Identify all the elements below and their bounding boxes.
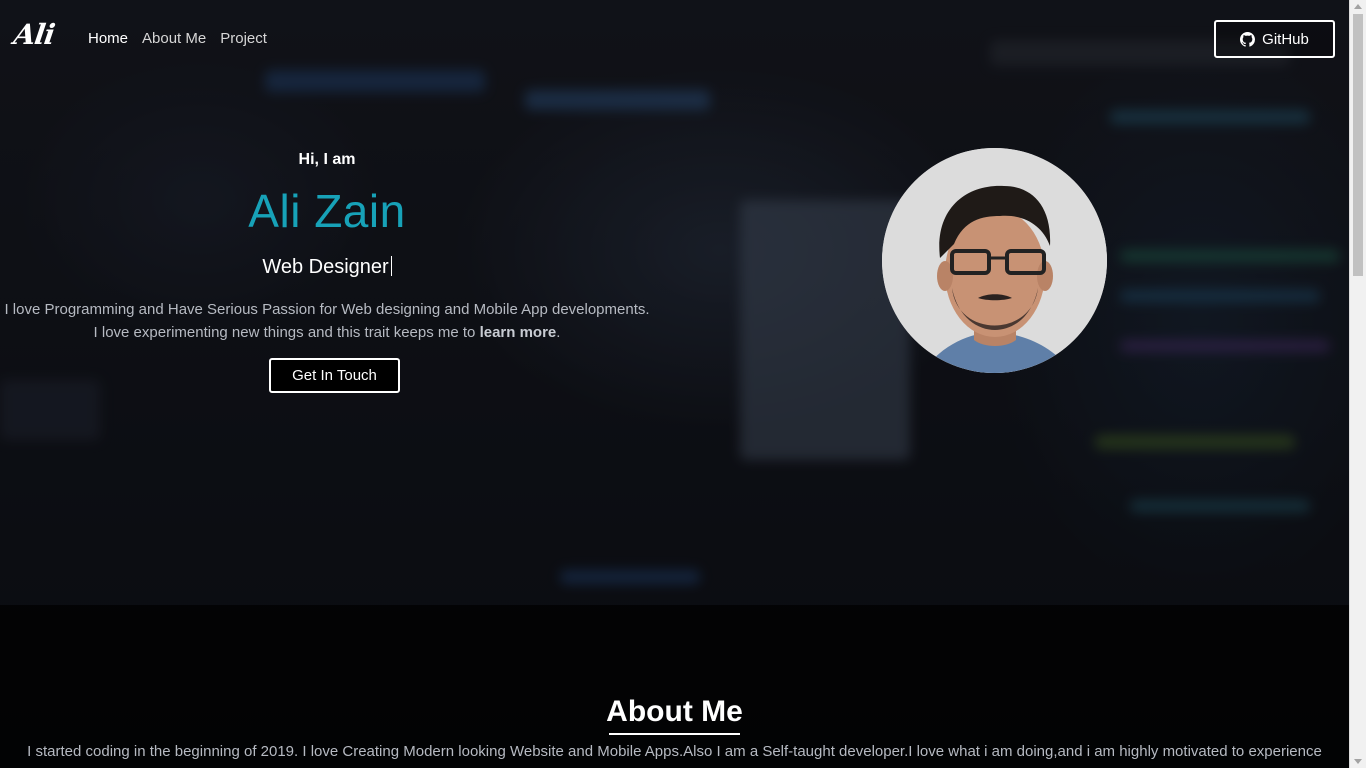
hero-description-line-1: I love Programming and Have Serious Pass…	[4, 301, 650, 318]
about-title: About Me	[606, 695, 743, 728]
github-button-label: GitHub	[1262, 30, 1309, 48]
nav-link-project[interactable]: Project	[220, 30, 267, 47]
hero-role-text: Web Designer	[262, 256, 389, 278]
about-text: I started coding in the beginning of 201…	[27, 743, 1322, 760]
typing-caret	[390, 256, 392, 276]
site-logo[interactable]: Ali	[12, 18, 57, 51]
scroll-up-arrow-icon[interactable]	[1354, 4, 1362, 9]
scrollbar-thumb[interactable]	[1353, 14, 1363, 276]
hero-description: I love Programming and Have Serious Pass…	[0, 298, 654, 344]
about-title-underline	[609, 733, 740, 735]
nav-links: Home About Me Project	[88, 30, 267, 47]
github-icon	[1240, 31, 1256, 47]
scroll-down-arrow-icon[interactable]	[1354, 759, 1362, 764]
nav-link-about-me[interactable]: About Me	[142, 30, 206, 47]
hero-description-suffix: .	[556, 324, 561, 341]
github-button[interactable]: GitHub	[1214, 20, 1335, 58]
page-scrollbar[interactable]	[1349, 0, 1366, 768]
navbar: Ali Home About Me Project GitHub	[0, 0, 1349, 78]
hero-name: Ali Zain	[248, 185, 406, 237]
profile-photo-illustration	[882, 148, 1107, 373]
about-section: About Me I started coding in the beginni…	[0, 605, 1349, 768]
get-in-touch-button[interactable]: Get In Touch	[269, 358, 400, 393]
nav-link-home[interactable]: Home	[88, 30, 128, 47]
profile-avatar	[882, 148, 1107, 373]
hero-description-line-2: I love experimenting new things and this…	[0, 321, 654, 344]
learn-more-link[interactable]: learn more	[480, 324, 557, 341]
hero-greeting: Hi, I am	[298, 151, 356, 168]
hero-role: Web Designer	[0, 256, 654, 279]
hero-description-prefix: I love experimenting new things and this…	[93, 324, 476, 341]
